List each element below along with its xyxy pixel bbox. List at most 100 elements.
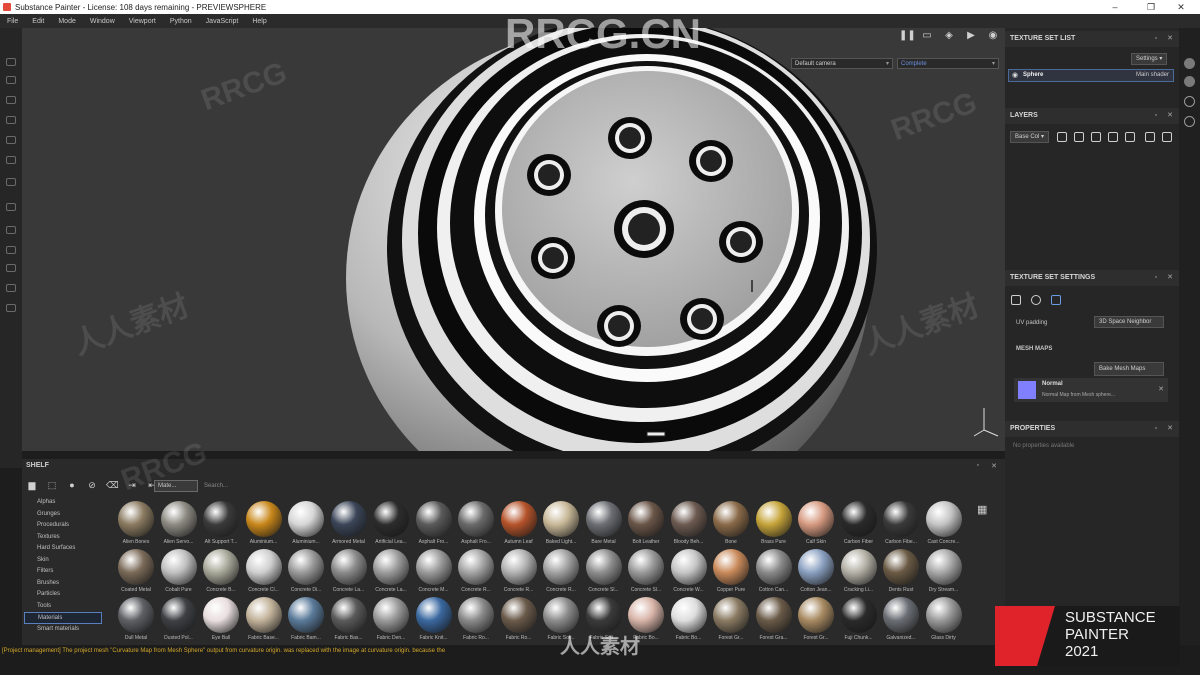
polygon-fill-icon[interactable]	[6, 116, 16, 124]
viewport[interactable]: ❚❚ ▭ ◈ ▶ ◉ Default camera ▾ Complete ▾	[22, 28, 1005, 451]
shelf-category-textures[interactable]: Textures	[22, 532, 110, 544]
bake-icon[interactable]	[6, 203, 16, 211]
material-item[interactable]: Fabric Ro...	[455, 597, 497, 645]
material-item[interactable]: Fabric Den...	[370, 597, 412, 645]
menu-window[interactable]: Window	[83, 18, 122, 25]
material-item[interactable]: Alien Bones	[115, 501, 157, 549]
log-icon[interactable]	[6, 264, 16, 272]
material-item[interactable]: Concrete R...	[455, 549, 497, 597]
new-icon[interactable]: ●	[66, 480, 78, 491]
material-item[interactable]: Calf Skin	[795, 501, 837, 549]
material-item[interactable]: Fuji Chunk...	[838, 597, 880, 645]
clone-icon[interactable]	[6, 156, 16, 164]
shelf-category-brushes[interactable]: Brushes	[22, 578, 110, 590]
menu-file[interactable]: File	[0, 18, 25, 25]
import-icon[interactable]: ⇥	[126, 480, 138, 491]
material-item[interactable]: Fabric Ro...	[498, 597, 540, 645]
bake-mesh-maps-button[interactable]: Bake Mesh Maps	[1094, 362, 1164, 376]
material-item[interactable]: Concrete M...	[413, 549, 455, 597]
material-item[interactable]: Coated Metal	[115, 549, 157, 597]
material-item[interactable]: Cobalt Pure	[158, 549, 200, 597]
shelf-category-tools[interactable]: Tools	[22, 601, 110, 613]
material-item[interactable]: Artificial Lea...	[370, 501, 412, 549]
float-panel-icon[interactable]: ▫	[1155, 421, 1157, 437]
material-item[interactable]: Dusted Pol...	[158, 597, 200, 645]
display-settings-icon[interactable]	[6, 226, 16, 234]
shader-tab-icon[interactable]	[1184, 76, 1195, 87]
add-paint-layer-icon[interactable]	[1108, 132, 1118, 142]
folder-icon[interactable]: ▆	[26, 480, 38, 491]
shader-settings-icon[interactable]	[6, 246, 16, 254]
shelf-category-particles[interactable]: Particles	[22, 589, 110, 601]
material-item[interactable]: Concrete La...	[328, 549, 370, 597]
material-item[interactable]: Concrete W...	[668, 549, 710, 597]
material-item[interactable]: Cotton Jean...	[795, 549, 837, 597]
material-item[interactable]: Concrete Di...	[285, 549, 327, 597]
shelf-category-alphas[interactable]: Alphas	[22, 497, 110, 509]
shelf-search-input[interactable]: Search...	[204, 480, 324, 492]
material-item[interactable]: Armored Metal	[328, 501, 370, 549]
hide-icon[interactable]: ⊘	[86, 480, 98, 491]
material-item[interactable]: Fabric Bam...	[285, 597, 327, 645]
float-panel-icon[interactable]: ▫	[1155, 31, 1157, 47]
history-icon[interactable]	[6, 284, 16, 292]
material-item[interactable]: Fabric Knit...	[413, 597, 455, 645]
shelf-category-materials[interactable]: Materials	[24, 612, 102, 624]
texture-set-sphere[interactable]: ◉ Sphere Main shader	[1008, 69, 1174, 82]
material-item[interactable]: Copper Pure	[710, 549, 752, 597]
eraser-icon[interactable]	[6, 76, 16, 84]
close-panel-icon[interactable]: ✕	[1167, 270, 1173, 286]
eye-icon[interactable]: ◉	[1012, 71, 1018, 79]
close-panel-icon[interactable]: ✕	[1167, 108, 1173, 124]
material-item[interactable]: Autumn Leaf	[498, 501, 540, 549]
material-item[interactable]: Dents Rust	[880, 549, 922, 597]
material-item[interactable]: Bolt Leather	[625, 501, 667, 549]
material-item[interactable]: Concrete Sl...	[625, 549, 667, 597]
material-item[interactable]: Cotton Can...	[753, 549, 795, 597]
material-item[interactable]: Dull Metal	[115, 597, 157, 645]
plugins-icon[interactable]	[6, 304, 16, 312]
material-item[interactable]: Concrete Sl...	[583, 549, 625, 597]
material-item[interactable]: Fabric Sof...	[540, 597, 582, 645]
minimize-button[interactable]: –	[1102, 0, 1128, 14]
shelf-category-smart-materials[interactable]: Smart materials	[22, 624, 110, 636]
shelf-category-hard-surfaces[interactable]: Hard Surfaces	[22, 543, 110, 555]
material-item[interactable]: Alt Support T...	[200, 501, 242, 549]
trash-icon[interactable]	[1162, 132, 1172, 142]
material-item[interactable]: Fabric Base...	[243, 597, 285, 645]
material-item[interactable]: Brass Pure	[753, 501, 795, 549]
material-item[interactable]: Asphalt Fro...	[413, 501, 455, 549]
texture-set-settings-button[interactable]: Settings ▾	[1131, 53, 1168, 65]
material-item[interactable]: Forest Gra...	[753, 597, 795, 645]
delete-icon[interactable]: ⌫	[106, 480, 119, 491]
select-icon[interactable]: ⬚	[46, 480, 58, 491]
close-panel-icon[interactable]: ✕	[1167, 31, 1173, 47]
material-icon[interactable]	[1031, 295, 1041, 305]
projection-icon[interactable]	[6, 96, 16, 104]
history-tab-icon[interactable]	[1184, 116, 1195, 127]
uv-padding-select[interactable]: 3D Space Neighbor	[1094, 316, 1164, 328]
shelf-category-filters[interactable]: Filters	[22, 566, 110, 578]
material-item[interactable]: Galvanized...	[880, 597, 922, 645]
material-item[interactable]: Forest Gr...	[795, 597, 837, 645]
material-item[interactable]: Glass Dirty	[923, 597, 965, 645]
paint-brush-icon[interactable]	[6, 58, 16, 66]
material-item[interactable]: Concrete R...	[498, 549, 540, 597]
add-fill-layer-icon[interactable]	[1091, 132, 1101, 142]
close-button[interactable]: ✕	[1168, 0, 1194, 14]
material-item[interactable]: Concrete R...	[540, 549, 582, 597]
normal-map-slot[interactable]: Normal Normal Map from Mesh sphere... ✕	[1014, 378, 1168, 402]
material-item[interactable]: Concrete La...	[370, 549, 412, 597]
maximize-button[interactable]: ❐	[1138, 0, 1164, 14]
menu-javascript[interactable]: JavaScript	[199, 18, 246, 25]
shelf-category-skin[interactable]: Skin	[22, 555, 110, 567]
mesh-maps-tab-icon[interactable]	[1051, 295, 1061, 305]
add-group-icon[interactable]	[1125, 132, 1135, 142]
channel-select[interactable]: Base Col ▾	[1010, 131, 1050, 143]
material-item[interactable]: Aluminium...	[285, 501, 327, 549]
material-item[interactable]: Bone	[710, 501, 752, 549]
add-mask-icon[interactable]	[1074, 132, 1084, 142]
material-item[interactable]: Carbon Fibe...	[880, 501, 922, 549]
material-item[interactable]: Baked Light...	[540, 501, 582, 549]
close-panel-icon[interactable]: ✕	[1167, 421, 1173, 437]
